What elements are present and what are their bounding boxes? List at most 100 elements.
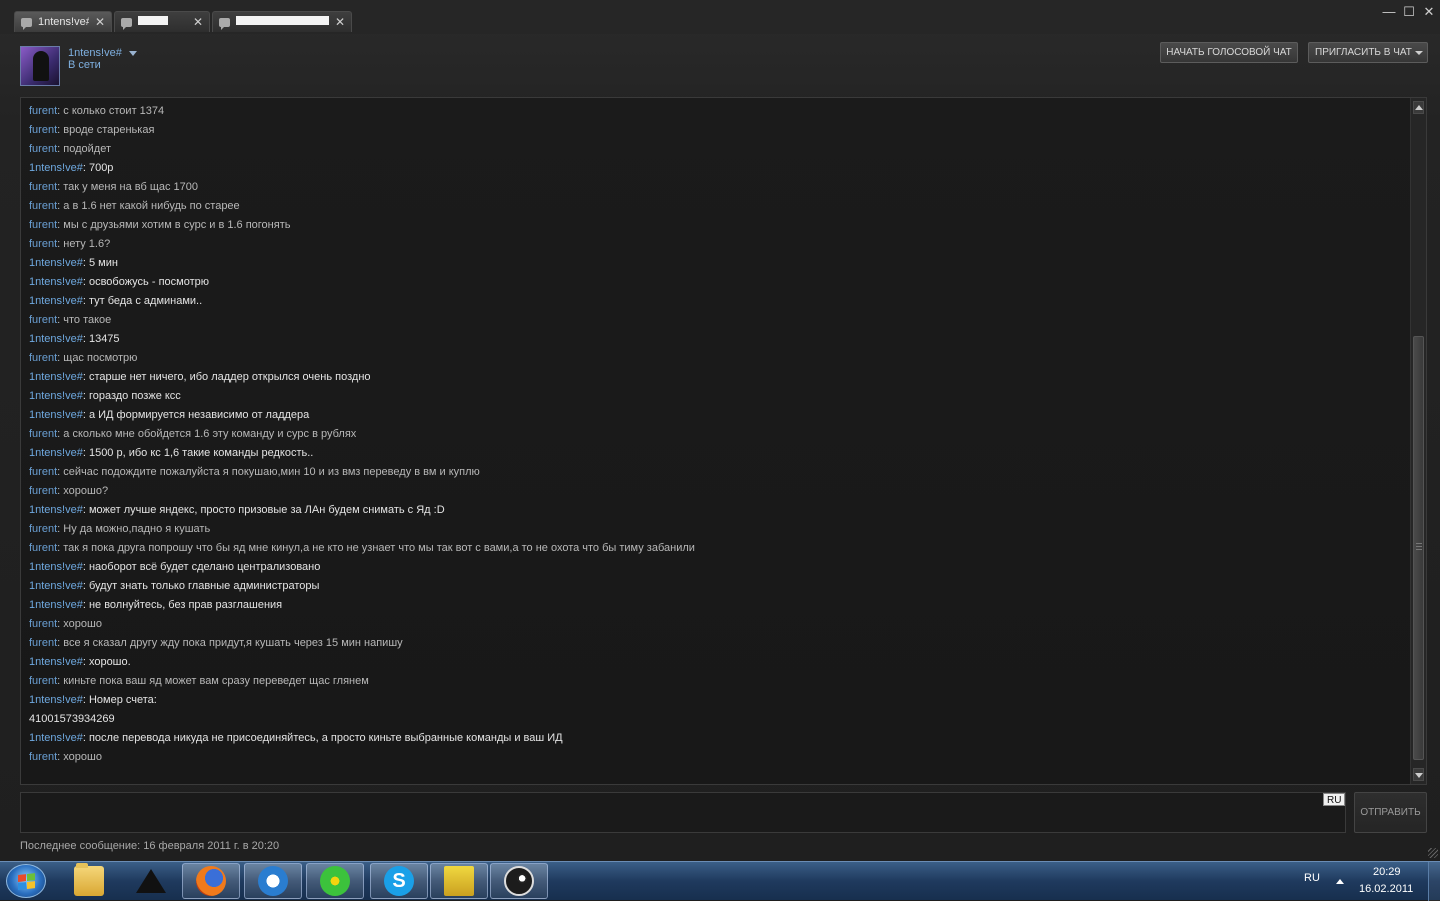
message-text: не волнуйтесь, без прав разглашения: [88, 599, 283, 611]
tab-redacted-1[interactable]: ✕: [114, 11, 210, 32]
chat-message: 1ntens!ve#: освобожусь - посмотрю: [29, 273, 1402, 292]
message-sender[interactable]: furent: [29, 618, 57, 630]
tray-language[interactable]: RU: [1304, 872, 1320, 884]
invite-to-chat-button[interactable]: ПРИГЛАСИТЬ В ЧАТ: [1308, 42, 1428, 63]
message-sender[interactable]: 1ntens!ve#: [29, 504, 83, 516]
message-text: гораздо позже ксс: [88, 390, 181, 402]
message-text: мы с друзьями хотим в сурс и в 1.6 погон…: [63, 219, 291, 231]
tray-expand-icon[interactable]: [1336, 879, 1344, 884]
chat-message: 1ntens!ve#: а ИД формируется независимо …: [29, 406, 1402, 425]
message-sender[interactable]: 1ntens!ve#: [29, 333, 83, 345]
message-sender[interactable]: 1ntens!ve#: [29, 694, 83, 706]
message-text: 41001573934269: [29, 713, 115, 725]
taskbar-explorer[interactable]: [60, 863, 118, 899]
message-sender[interactable]: 1ntens!ve#: [29, 257, 83, 269]
message-sender[interactable]: furent: [29, 637, 57, 649]
message-sender[interactable]: furent: [29, 124, 57, 136]
chat-message: 1ntens!ve#: 700р: [29, 159, 1402, 178]
tab-label: 1ntens!ve#: [38, 16, 89, 28]
message-sender[interactable]: 1ntens!ve#: [29, 732, 83, 744]
message-sender[interactable]: 1ntens!ve#: [29, 409, 83, 421]
user-name[interactable]: 1ntens!ve#: [68, 47, 122, 59]
message-sender[interactable]: furent: [29, 200, 57, 212]
message-sender[interactable]: furent: [29, 485, 57, 497]
tab-1ntensive[interactable]: 1ntens!ve# ✕: [14, 11, 112, 32]
chat-message: furent: что такое: [29, 311, 1402, 330]
scroll-down-icon[interactable]: [1413, 768, 1424, 781]
clock-date[interactable]: 16.02.2011: [1359, 883, 1413, 895]
message-sender[interactable]: 1ntens!ve#: [29, 599, 83, 611]
chevron-down-icon: [1414, 50, 1423, 55]
resize-grip-icon[interactable]: [1428, 848, 1438, 858]
message-text: киньте пока ваш яд может вам сразу перев…: [63, 675, 369, 687]
scroll-up-icon[interactable]: [1413, 101, 1424, 114]
tab-bar: 1ntens!ve# ✕ ✕ ✕ — ☐ ✕: [0, 0, 1440, 34]
message-sender[interactable]: 1ntens!ve#: [29, 447, 83, 459]
chat-message: 1ntens!ve#: старше нет ничего, ибо ладде…: [29, 368, 1402, 387]
chat-message: 1ntens!ve#: тут беда с админами..: [29, 292, 1402, 311]
scroll-thumb[interactable]: [1413, 336, 1424, 760]
message-sender[interactable]: furent: [29, 675, 57, 687]
steam-icon: [504, 866, 534, 896]
show-desktop-button[interactable]: [1428, 862, 1440, 901]
message-sender[interactable]: furent: [29, 143, 57, 155]
message-text: тут беда с админами..: [88, 295, 203, 307]
taskbar-firefox[interactable]: [182, 863, 240, 899]
taskbar-aimp[interactable]: [122, 863, 180, 899]
tab-redacted-2[interactable]: ✕: [212, 11, 352, 32]
message-input-box[interactable]: [20, 792, 1346, 833]
chat-message: furent: так у меня на вб щас 1700: [29, 178, 1402, 197]
window-controls: — ☐ ✕: [1382, 4, 1436, 20]
close-icon[interactable]: ✕: [193, 15, 203, 29]
message-text: хорошо?: [63, 485, 109, 497]
chat-message: 1ntens!ve#: 1500 р, ибо кс 1,6 такие ком…: [29, 444, 1402, 463]
message-text: так я пока друга попрошу что бы яд мне к…: [63, 542, 695, 554]
avatar[interactable]: [20, 46, 60, 86]
taskbar-punkbuster[interactable]: [430, 863, 488, 899]
send-button[interactable]: ОТПРАВИТЬ: [1354, 792, 1427, 833]
message-sender[interactable]: furent: [29, 751, 57, 763]
close-icon[interactable]: ✕: [95, 15, 105, 29]
message-text: Номер счета:: [88, 694, 157, 706]
message-sender[interactable]: 1ntens!ve#: [29, 371, 83, 383]
message-sender[interactable]: 1ntens!ve#: [29, 561, 83, 573]
taskbar: S RU 20:29 16.02.2011: [0, 861, 1440, 901]
message-sender[interactable]: furent: [29, 238, 57, 250]
message-sender[interactable]: furent: [29, 105, 57, 117]
taskbar-skype[interactable]: S: [370, 863, 428, 899]
message-sender[interactable]: furent: [29, 181, 57, 193]
message-sender[interactable]: furent: [29, 523, 57, 535]
chevron-down-icon[interactable]: [129, 51, 137, 56]
chat-header: 1ntens!ve# В сети НАЧАТЬ ГОЛОСОВОЙ ЧАТ П…: [0, 34, 1440, 94]
chat-message: furent: с колько стоит 1374: [29, 102, 1402, 121]
message-sender[interactable]: furent: [29, 466, 57, 478]
message-sender[interactable]: furent: [29, 352, 57, 364]
taskbar-steam[interactable]: [490, 863, 548, 899]
message-sender[interactable]: 1ntens!ve#: [29, 656, 83, 668]
message-sender[interactable]: 1ntens!ve#: [29, 580, 83, 592]
taskbar-icq[interactable]: [306, 863, 364, 899]
folder-icon: [74, 863, 104, 896]
minimize-icon[interactable]: —: [1382, 4, 1396, 20]
message-sender[interactable]: furent: [29, 219, 57, 231]
message-text: нету 1.6?: [63, 238, 111, 250]
message-text: может лучше яндекс, просто призовые за Л…: [88, 504, 445, 516]
start-button[interactable]: [6, 864, 46, 898]
close-icon[interactable]: ✕: [335, 15, 345, 29]
taskbar-maxthon[interactable]: [244, 863, 302, 899]
clock-time[interactable]: 20:29: [1373, 866, 1401, 878]
message-input[interactable]: [21, 793, 1345, 832]
message-sender[interactable]: furent: [29, 314, 57, 326]
message-sender[interactable]: 1ntens!ve#: [29, 390, 83, 402]
message-sender[interactable]: 1ntens!ve#: [29, 162, 83, 174]
scrollbar[interactable]: [1410, 98, 1426, 784]
message-sender[interactable]: furent: [29, 428, 57, 440]
message-sender[interactable]: 1ntens!ve#: [29, 295, 83, 307]
maximize-icon[interactable]: ☐: [1402, 4, 1416, 20]
message-text: освобожусь - посмотрю: [88, 276, 209, 288]
message-sender[interactable]: 1ntens!ve#: [29, 276, 83, 288]
start-voice-chat-button[interactable]: НАЧАТЬ ГОЛОСОВОЙ ЧАТ: [1160, 42, 1298, 63]
message-sender[interactable]: furent: [29, 542, 57, 554]
close-window-icon[interactable]: ✕: [1422, 4, 1436, 20]
message-text: хорошо: [63, 751, 102, 763]
